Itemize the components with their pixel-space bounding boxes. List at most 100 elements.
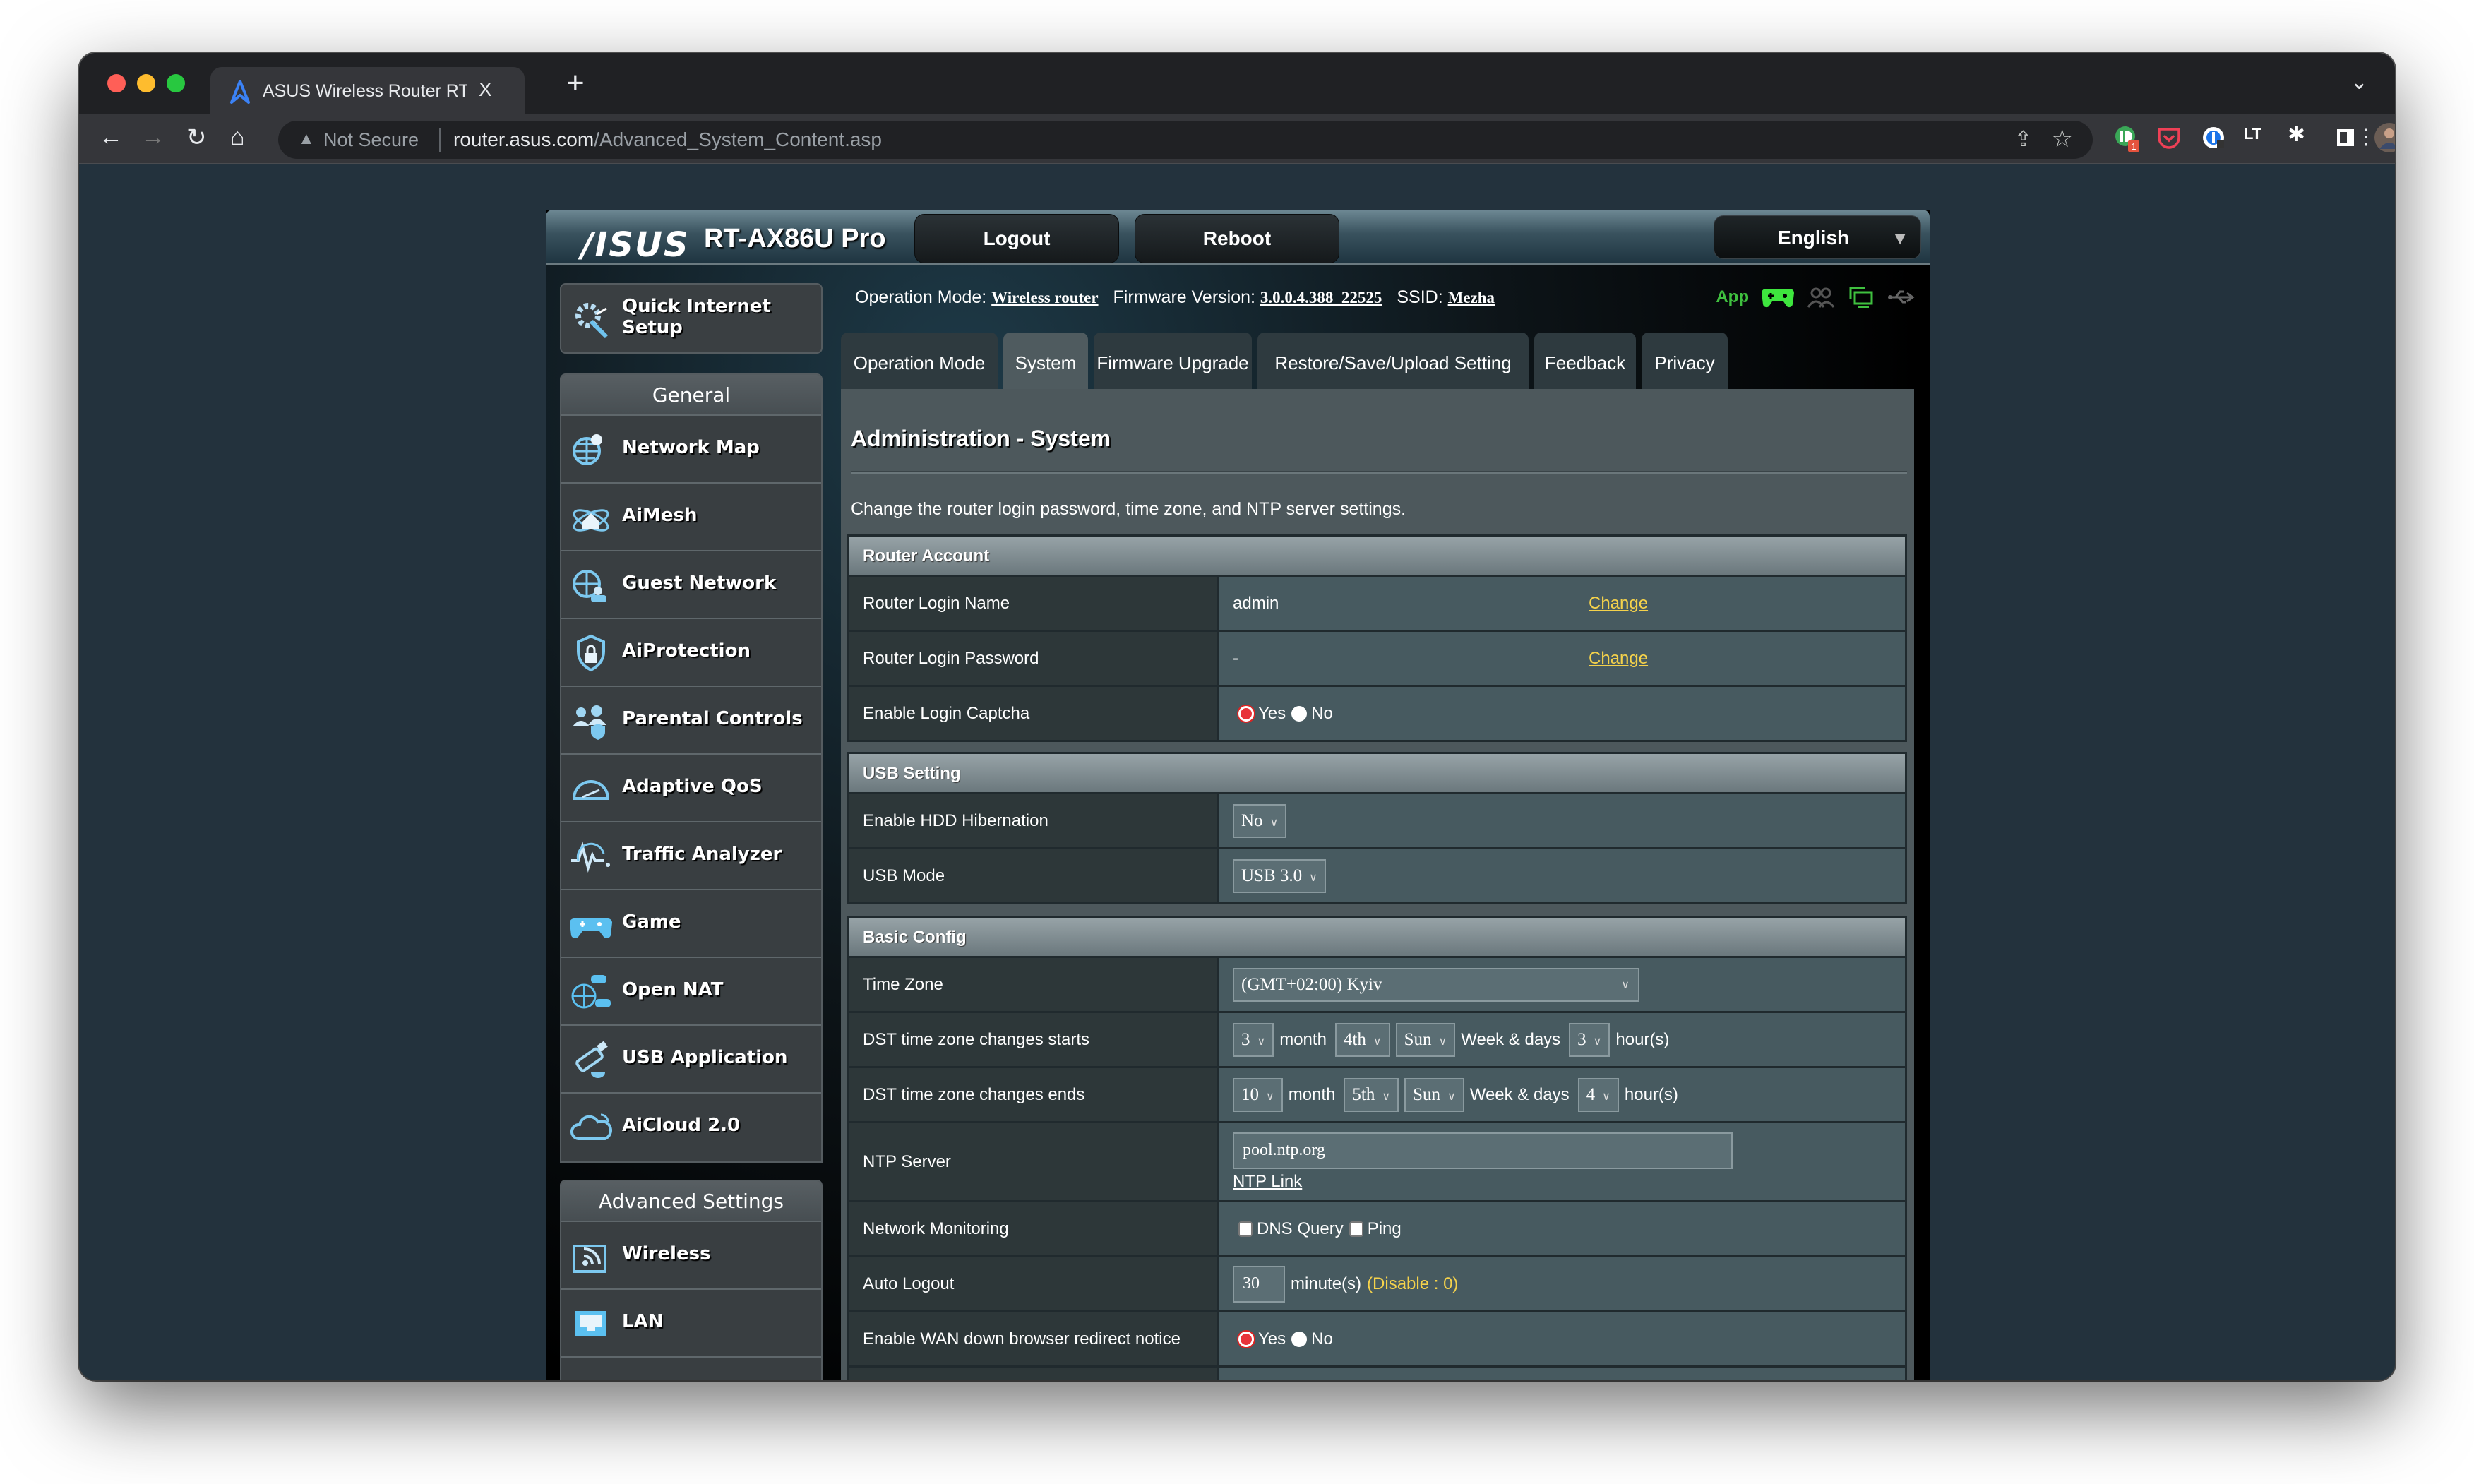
dst-end-week-select[interactable]: 5th ∨ — [1344, 1077, 1399, 1112]
sidebar-item-wan[interactable]: WAN — [561, 1358, 821, 1380]
sidebar-item-label: Adaptive QoS — [622, 776, 763, 797]
router-account-section: Router Account Router Login Name admin Ch… — [847, 534, 1907, 742]
sidebar-item-aimesh[interactable]: AiMesh — [561, 484, 821, 551]
captcha-yes-radio[interactable] — [1238, 705, 1254, 722]
warning-triangle-icon[interactable]: ▲ — [298, 129, 315, 149]
tab-restore-save-upload[interactable]: Restore/Save/Upload Setting — [1257, 333, 1529, 389]
select-value: No — [1241, 810, 1263, 830]
dst-end-hour-select[interactable]: 4 ∨ — [1577, 1077, 1619, 1112]
no-label: No — [1311, 703, 1333, 723]
minimize-window-button[interactable] — [137, 74, 155, 92]
sidebar-item-lan[interactable]: LAN — [561, 1290, 821, 1358]
dns-query-checkbox[interactable] — [1238, 1221, 1253, 1237]
sidebar-item-open-nat[interactable]: Open NAT — [561, 958, 821, 1026]
select-value: (GMT+02:00) Kyiv — [1241, 974, 1382, 994]
share-icon[interactable]: ⇪ — [2014, 127, 2032, 152]
language-select[interactable]: English ▼ — [1714, 215, 1921, 259]
time-zone-select[interactable]: (GMT+02:00) Kyiv ∨ — [1233, 967, 1639, 1002]
url-text[interactable]: router.asus.com/Advanced_System_Content.… — [453, 128, 882, 151]
profile-avatar[interactable] — [2374, 122, 2395, 153]
change-password-link[interactable]: Change — [1589, 649, 1648, 669]
ethernet-icon — [575, 1311, 606, 1336]
captcha-no-radio[interactable] — [1291, 705, 1308, 722]
gamepad-status-icon[interactable] — [1762, 286, 1794, 309]
sidebar-item-label: LAN — [622, 1311, 664, 1332]
setting-row-next-partial — [849, 1365, 1905, 1380]
password-manager-icon[interactable] — [2200, 124, 2228, 152]
ntp-server-input[interactable] — [1233, 1132, 1733, 1169]
sidebar-item-game[interactable]: Game — [561, 890, 821, 958]
router-admin-panel: /ISUS RT-AX86U Pro Logout Reboot English… — [546, 210, 1930, 1380]
maximize-window-button[interactable] — [167, 74, 185, 92]
dst-start-hour-select[interactable]: 3 ∨ — [1569, 1022, 1611, 1057]
browser-menu-icon[interactable]: ⋮ — [2355, 125, 2377, 150]
ssid-link[interactable]: Mezha — [1448, 289, 1495, 306]
chevron-down-icon: ∨ — [1309, 870, 1317, 884]
dst-start-month-select[interactable]: 3 ∨ — [1233, 1022, 1274, 1057]
sidebar-item-traffic-analyzer[interactable]: Traffic Analyzer — [561, 822, 821, 890]
tab-operation-mode[interactable]: Operation Mode — [841, 333, 998, 389]
hdd-hibernation-select[interactable]: No ∨ — [1233, 803, 1287, 838]
tab-search-chevron-icon[interactable]: ⌄ — [2350, 70, 2368, 95]
app-link[interactable]: App — [1716, 287, 1749, 307]
new-tab-button[interactable]: + — [566, 66, 585, 101]
pocket-icon[interactable] — [2155, 124, 2183, 152]
address-bar[interactable]: ▲ Not Secure router.asus.com/Advanced_Sy… — [278, 121, 2093, 159]
dst-start-week-select[interactable]: 4th ∨ — [1334, 1022, 1390, 1057]
ntp-link[interactable]: NTP Link — [1233, 1172, 1302, 1192]
quick-internet-setup-button[interactable]: Quick Internet Setup — [560, 283, 823, 354]
tab-system[interactable]: System — [1003, 333, 1088, 389]
gear-wrench-icon — [575, 303, 609, 339]
dst-end-day-select[interactable]: Sun ∨ — [1404, 1077, 1464, 1112]
dst-start-day-select[interactable]: Sun ∨ — [1395, 1022, 1456, 1057]
sidebar-item-label: Traffic Analyzer — [622, 844, 782, 865]
sidebar-item-aicloud[interactable]: AiCloud 2.0 — [561, 1094, 821, 1161]
languagetool-icon[interactable]: LT — [2244, 125, 2272, 153]
week-days-word: Week & days — [1469, 1084, 1570, 1104]
usb-mode-select[interactable]: USB 3.0 ∨ — [1233, 858, 1326, 893]
auto-logout-input[interactable] — [1233, 1265, 1285, 1303]
forward-arrow-icon[interactable]: → — [141, 124, 165, 151]
reboot-button[interactable]: Reboot — [1135, 214, 1339, 263]
select-value: Sun — [1413, 1084, 1440, 1104]
sidebar-item-guest-network[interactable]: Guest Network — [561, 551, 821, 619]
wan-redirect-no-radio[interactable] — [1291, 1331, 1308, 1347]
sidebar-item-wireless[interactable]: Wireless — [561, 1222, 821, 1290]
sidebar-item-aiprotection[interactable]: AiProtection — [561, 619, 821, 687]
wan-redirect-yes-radio[interactable] — [1238, 1331, 1254, 1347]
sidebar-item-usb-application[interactable]: USB Application — [561, 1026, 821, 1094]
operation-mode-link[interactable]: Wireless router — [991, 289, 1098, 306]
security-label[interactable]: Not Secure — [323, 129, 419, 151]
setting-label: DST time zone changes ends — [849, 1068, 1219, 1121]
close-window-button[interactable] — [107, 74, 126, 92]
usb-status-icon[interactable] — [1887, 289, 1916, 306]
sidebar-item-parental-controls[interactable]: Parental Controls — [561, 687, 821, 755]
tab-privacy[interactable]: Privacy — [1642, 333, 1728, 389]
month-word: month — [1279, 1029, 1327, 1049]
back-arrow-icon[interactable]: ← — [99, 124, 123, 151]
tab-firmware-upgrade[interactable]: Firmware Upgrade — [1094, 333, 1252, 389]
extension-pushbullet-icon[interactable]: 1 — [2113, 124, 2141, 152]
extensions-puzzle-icon[interactable]: ✱ — [2288, 122, 2316, 150]
extension-badge: 1 — [2131, 141, 2136, 152]
sidebar-item-network-map[interactable]: Network Map — [561, 416, 821, 484]
setting-value — [1219, 1368, 1905, 1380]
firmware-version-link[interactable]: 3.0.0.4.388_22525 — [1260, 289, 1382, 306]
change-login-name-link[interactable]: Change — [1589, 594, 1648, 614]
clients-status-icon[interactable] — [1807, 286, 1835, 309]
sidebar-item-adaptive-qos[interactable]: Adaptive QoS — [561, 755, 821, 822]
home-icon[interactable]: ⌂ — [230, 124, 245, 151]
logout-button[interactable]: Logout — [914, 214, 1119, 263]
reload-icon[interactable]: ↻ — [186, 124, 207, 152]
tab-feedback[interactable]: Feedback — [1534, 333, 1636, 389]
guest-globe-icon — [573, 570, 606, 602]
browser-tab-active[interactable]: ASUS Wireless Router RT-AX8 X — [210, 67, 525, 114]
dst-end-month-select[interactable]: 10 ∨ — [1233, 1077, 1283, 1112]
bookmark-star-icon[interactable]: ☆ — [2052, 125, 2073, 153]
devices-status-icon[interactable] — [1848, 285, 1875, 309]
tab-close-icon[interactable]: X — [479, 78, 492, 101]
login-name-value: admin — [1233, 593, 1279, 613]
ping-checkbox[interactable] — [1349, 1221, 1363, 1237]
url-host: router.asus.com — [453, 128, 594, 150]
minutes-word: minute(s) — [1291, 1274, 1362, 1293]
